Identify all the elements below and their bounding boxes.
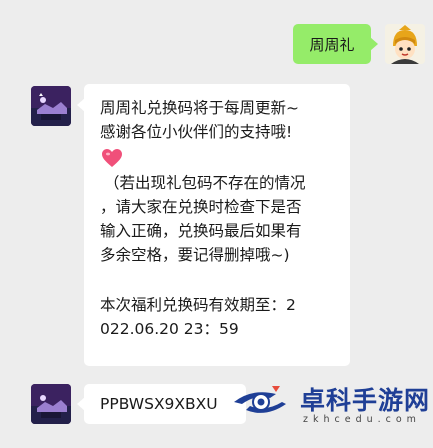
bot-avatar[interactable] [31, 384, 71, 424]
watermark-title: 卓科手游网 [300, 386, 431, 415]
redeem-code-text[interactable]: PPBWSX9XBXU [100, 393, 240, 415]
game-logo-icon [31, 86, 71, 126]
message-line: ，请大家在兑换时检查下是否 [100, 198, 302, 216]
game-logo-icon [31, 384, 71, 424]
watermark-domain: zkhcedu.com [303, 414, 421, 425]
heart-icon [100, 146, 124, 170]
bot-avatar[interactable] [31, 86, 71, 126]
cartoon-avatar-icon [385, 24, 425, 64]
message-line: 022.06.20 23：59 [100, 320, 239, 338]
user-avatar[interactable] [385, 24, 425, 64]
message-line: 感谢各位小伙伴们的支持哦! [100, 123, 293, 141]
outgoing-message-bubble[interactable]: 周周礼 [293, 24, 371, 64]
message-line: 输入正确，兑换码最后如果有 [100, 222, 302, 240]
watermark-logo-icon [232, 380, 290, 422]
outgoing-bubble-tail [370, 37, 378, 51]
code-bubble-tail [77, 397, 85, 411]
message-line: 多余空格，要记得删掉哦~) [100, 246, 290, 264]
outgoing-message-text: 周周礼 [309, 35, 355, 54]
message-line: 本次福利兑换码有效期至：2 [100, 296, 296, 314]
message-line: （若出现礼包码不存在的情况 [104, 174, 306, 192]
incoming-bubble-tail [77, 98, 85, 112]
message-line: 周周礼兑换码将于每周更新~ [100, 99, 299, 117]
